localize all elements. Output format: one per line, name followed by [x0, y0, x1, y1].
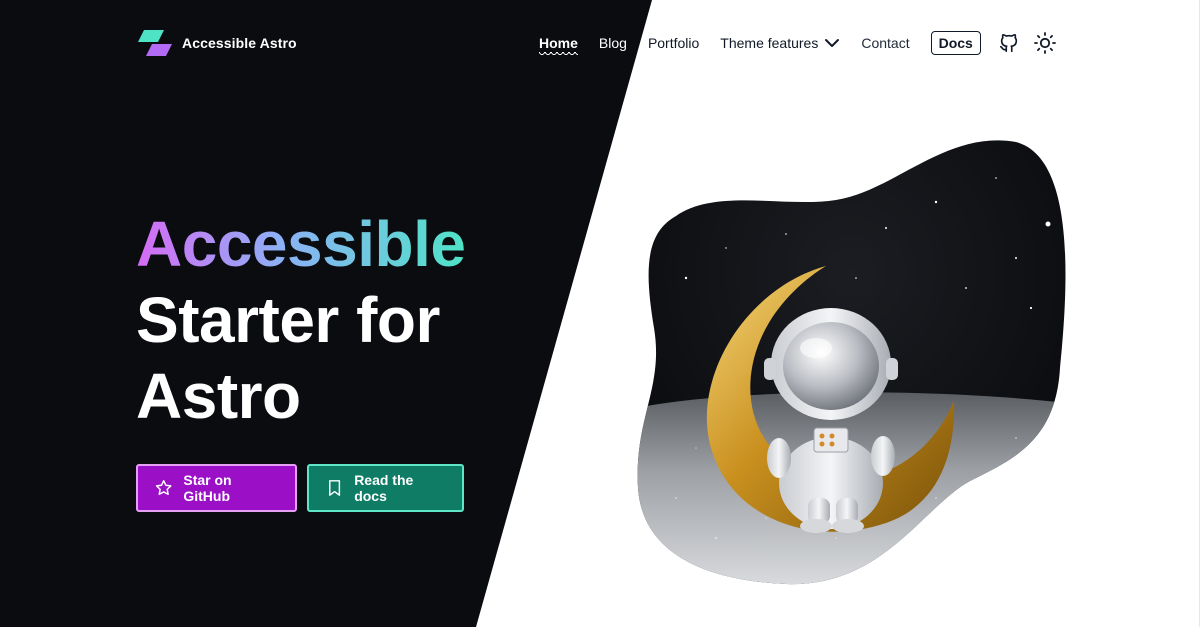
hero-heading-gradient-word: Accessible: [136, 208, 466, 280]
read-the-docs-button[interactable]: Read the docs: [307, 464, 464, 512]
nav-item-home[interactable]: Home: [539, 35, 578, 55]
theme-toggle-button[interactable]: [1033, 31, 1057, 55]
read-the-docs-label: Read the docs: [354, 472, 414, 504]
nav-item-blog[interactable]: Blog: [599, 35, 627, 51]
github-icon: [999, 33, 1018, 53]
star-icon: [155, 480, 172, 496]
sun-icon: [1033, 32, 1056, 54]
nav-item-theme-features-label: Theme features: [720, 35, 819, 51]
star-on-github-label: Star on GitHub: [183, 472, 232, 504]
landing-page: Accessible Astro Home Blog Portfolio The…: [0, 0, 1200, 627]
docs-button[interactable]: Docs: [930, 31, 981, 55]
nav-item-contact[interactable]: Contact: [861, 35, 909, 51]
brand-logo-link[interactable]: Accessible Astro: [138, 30, 297, 56]
main-navigation: Home Blog Portfolio Theme features Conta…: [539, 30, 1069, 56]
astro-parallelogram-logo-icon: [138, 30, 172, 56]
blob-image: [637, 140, 1066, 585]
brand-name: Accessible Astro: [182, 35, 297, 51]
github-link[interactable]: [997, 31, 1021, 55]
bookmark-icon: [329, 480, 341, 496]
star-on-github-button[interactable]: Star on GitHub: [136, 464, 297, 512]
nav-item-portfolio[interactable]: Portfolio: [648, 35, 699, 51]
astronaut-on-moon-illustration: [636, 138, 1066, 586]
hero-heading: Accessible Starter for Astro: [136, 206, 466, 434]
chevron-down-icon: [825, 39, 840, 47]
nav-item-theme-features[interactable]: Theme features: [720, 35, 840, 51]
hero-heading-line-3: Astro: [136, 360, 301, 432]
hero-heading-line-2: Starter for: [136, 284, 440, 356]
